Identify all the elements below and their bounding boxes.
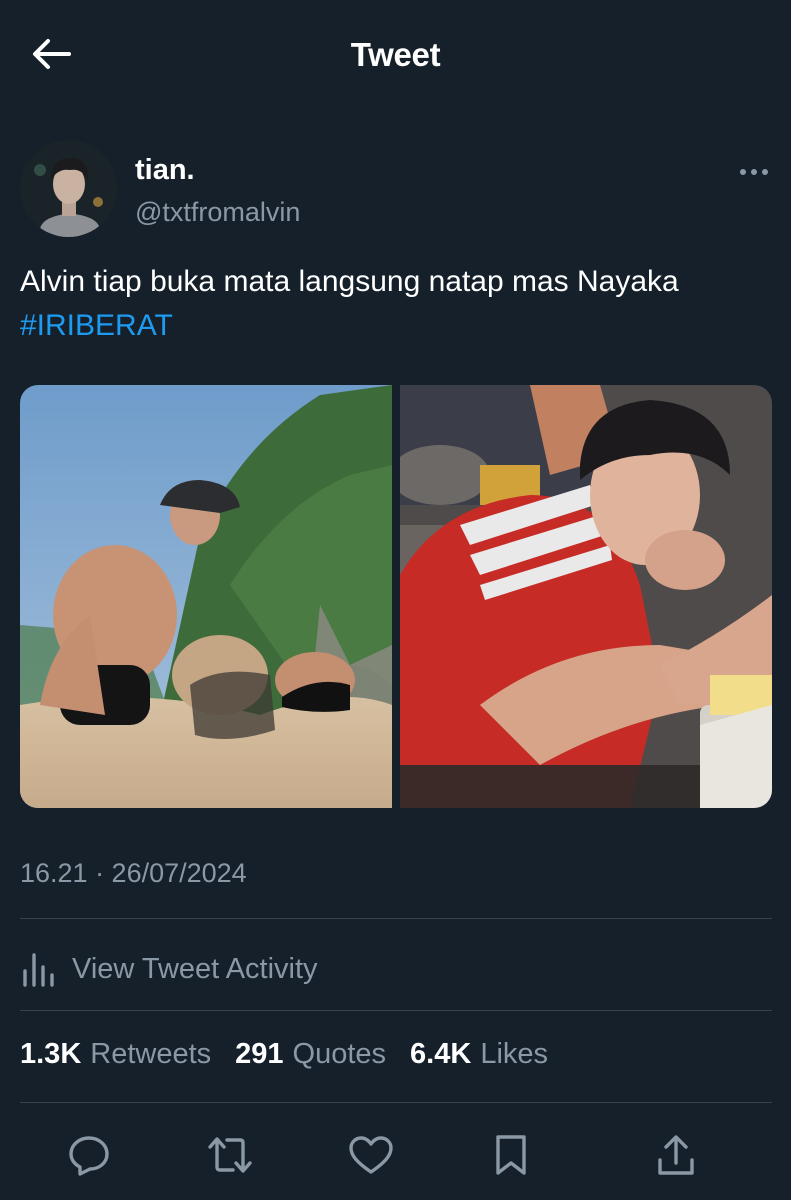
tweet-media bbox=[20, 385, 772, 808]
tweet-text: Alvin tiap buka mata langsung natap mas … bbox=[20, 260, 740, 348]
divider bbox=[20, 918, 772, 919]
divider bbox=[20, 1102, 772, 1103]
retweets-stat[interactable]: 1.3K Retweets bbox=[20, 1038, 211, 1071]
bar-chart-icon bbox=[23, 953, 54, 987]
quotes-stat[interactable]: 291 Quotes bbox=[235, 1038, 386, 1071]
bookmark-button[interactable] bbox=[481, 1125, 541, 1185]
reply-icon bbox=[69, 1136, 109, 1176]
avatar-image bbox=[20, 140, 117, 237]
retweets-label: Retweets bbox=[90, 1038, 212, 1070]
more-horizontal-icon bbox=[740, 169, 768, 175]
tweet-author: tian. @txtfromalvin bbox=[20, 140, 772, 240]
action-bar bbox=[0, 1125, 791, 1185]
share-button[interactable] bbox=[646, 1125, 706, 1185]
like-button[interactable] bbox=[341, 1125, 401, 1185]
photo-eating[interactable] bbox=[400, 385, 772, 808]
likes-label: Likes bbox=[480, 1038, 549, 1070]
likes-count: 6.4K bbox=[410, 1038, 472, 1070]
photo-beach[interactable] bbox=[20, 385, 392, 808]
tweet-timestamp[interactable]: 16.21 · 26/07/2024 bbox=[20, 858, 247, 889]
share-icon bbox=[658, 1135, 694, 1175]
user-handle[interactable]: @txtfromalvin bbox=[135, 197, 300, 228]
view-tweet-activity-link[interactable]: View Tweet Activity bbox=[20, 944, 318, 994]
avatar[interactable] bbox=[20, 140, 117, 237]
tweet-body: Alvin tiap buka mata langsung natap mas … bbox=[20, 265, 679, 298]
retweet-button[interactable] bbox=[200, 1125, 260, 1185]
retweets-count: 1.3K bbox=[20, 1038, 82, 1070]
retweet-icon bbox=[208, 1137, 252, 1173]
heart-icon bbox=[349, 1136, 393, 1174]
more-options-button[interactable] bbox=[736, 162, 772, 182]
top-bar: Tweet bbox=[0, 0, 791, 110]
hashtag-link[interactable]: #IRIBERAT bbox=[20, 309, 173, 342]
engagement-stats: 1.3K Retweets 291 Quotes 6.4K Likes bbox=[20, 1038, 548, 1071]
quotes-label: Quotes bbox=[292, 1038, 387, 1070]
bookmark-icon bbox=[496, 1135, 526, 1175]
likes-stat[interactable]: 6.4K Likes bbox=[410, 1038, 548, 1071]
activity-label: View Tweet Activity bbox=[72, 952, 318, 985]
reply-button[interactable] bbox=[59, 1125, 119, 1185]
divider bbox=[20, 1010, 772, 1011]
display-name[interactable]: tian. bbox=[135, 154, 195, 187]
page-title: Tweet bbox=[350, 36, 441, 73]
quotes-count: 291 bbox=[235, 1038, 284, 1070]
